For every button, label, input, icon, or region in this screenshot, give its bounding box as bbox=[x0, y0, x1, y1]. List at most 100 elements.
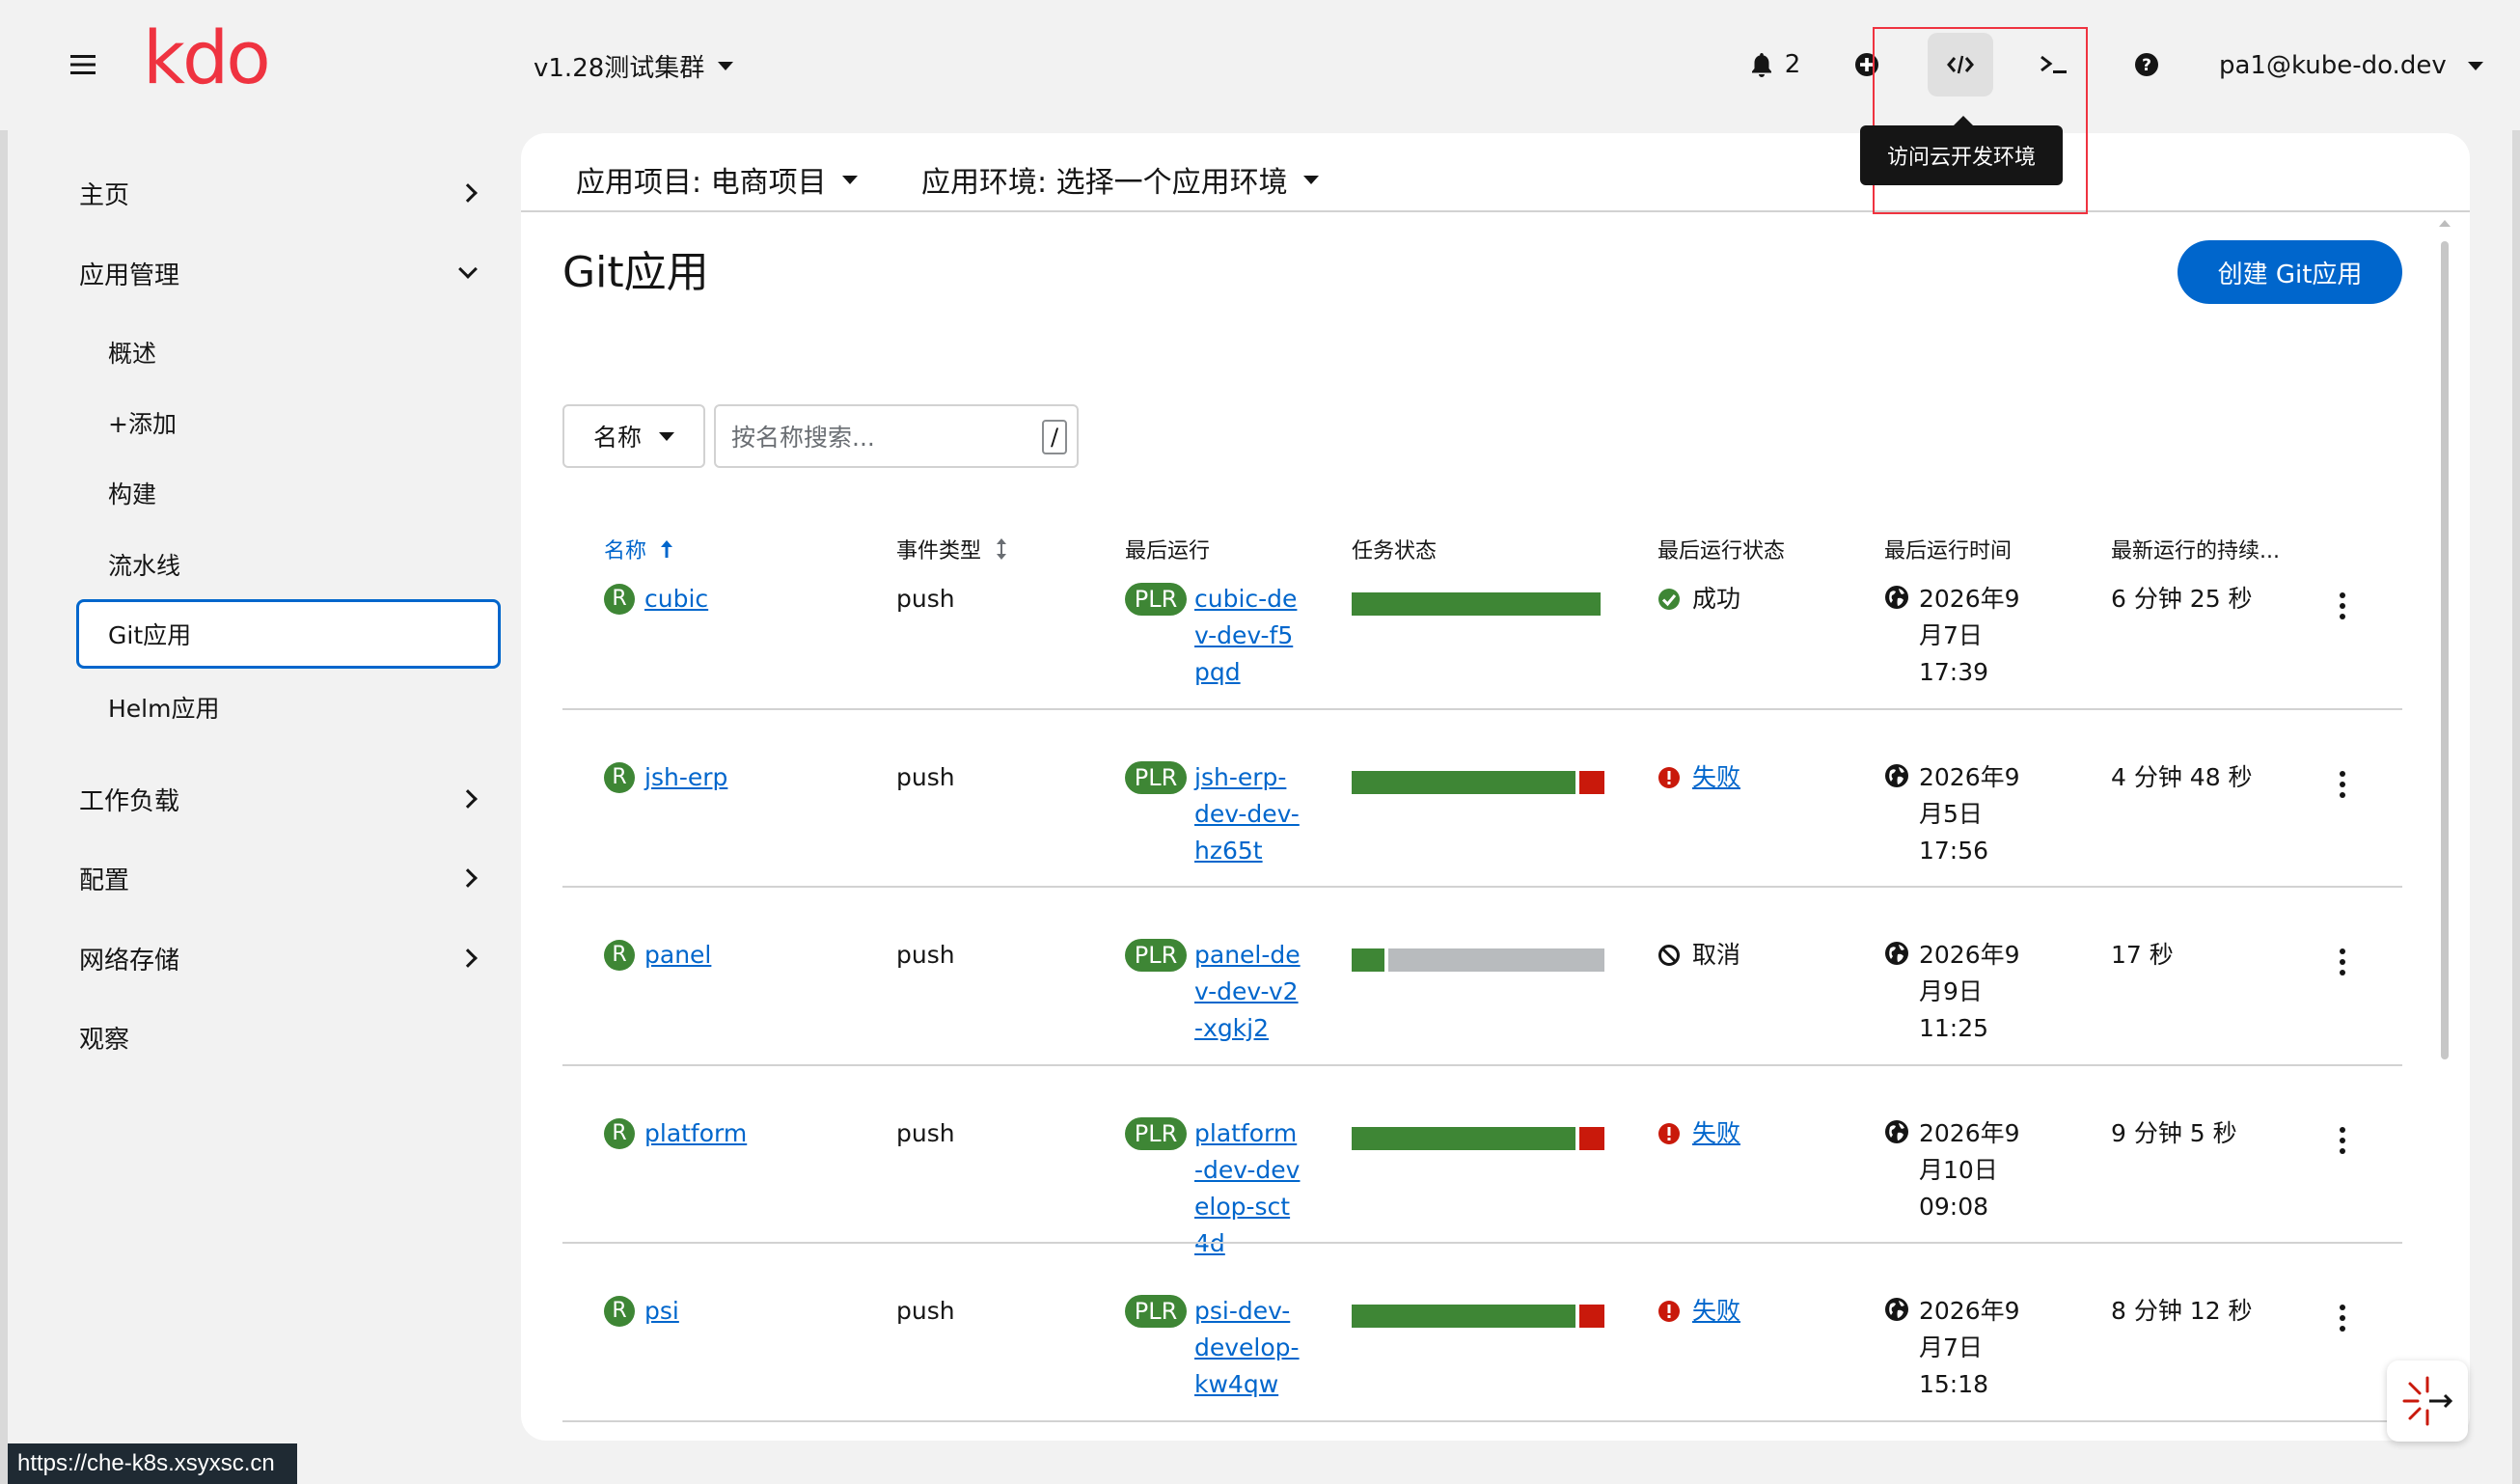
caret-down-icon bbox=[659, 431, 674, 441]
assistant-fab-button[interactable] bbox=[2387, 1360, 2468, 1442]
repo-name-cell: R jsh-erp bbox=[604, 759, 727, 796]
repo-name-cell: R platform bbox=[604, 1115, 747, 1152]
last-run-status: 失败 bbox=[1657, 1115, 1740, 1152]
task-status-bar[interactable] bbox=[1352, 948, 1604, 972]
sidebar-item-git-apps[interactable]: Git应用 bbox=[76, 599, 501, 669]
task-status-bar[interactable] bbox=[1352, 770, 1604, 794]
pipelinerun-link[interactable]: panel-dev-dev-v2-xgkj2 bbox=[1194, 937, 1301, 1047]
pipelinerun-link[interactable]: psi-dev-develop-kw4qw bbox=[1194, 1293, 1301, 1403]
sidebar-item-network-storage[interactable]: 网络存储 bbox=[79, 929, 478, 987]
check-circle-icon bbox=[1657, 588, 1681, 611]
column-header-last-run-time: 最后运行时间 bbox=[1884, 539, 2013, 563]
code-icon bbox=[1947, 54, 1974, 75]
row-actions-kebab-icon[interactable] bbox=[2333, 765, 2352, 804]
project-selector[interactable]: 应用项目: 电商项目 bbox=[576, 158, 858, 201]
last-run-time-text: 2026年9月9日 11:25 bbox=[1919, 941, 2020, 1042]
status-link[interactable]: 失败 bbox=[1692, 1293, 1740, 1330]
repo-name-link[interactable]: panel bbox=[644, 937, 711, 974]
task-bar-success bbox=[1352, 1126, 1575, 1150]
event-type: push bbox=[896, 1118, 955, 1147]
repo-name-link[interactable]: platform bbox=[644, 1115, 747, 1152]
sidebar-item-config[interactable]: 配置 bbox=[79, 849, 478, 907]
pipelinerun-link[interactable]: platform-dev-develop-sct4d bbox=[1194, 1115, 1301, 1262]
repo-name-link[interactable]: psi bbox=[644, 1293, 679, 1330]
pipelinerun-link[interactable]: cubic-dev-dev-f5pqd bbox=[1194, 581, 1301, 691]
sidebar: 主页 应用管理 概述 +添加 构建 流水线 Git应用 Helm应用 工作负载 … bbox=[0, 130, 521, 1484]
last-run-time-text: 2026年9月5日 17:56 bbox=[1919, 762, 2020, 865]
notifications-button[interactable]: 2 bbox=[1737, 33, 1814, 96]
filter-type-select[interactable]: 名称 bbox=[562, 404, 705, 468]
user-email: pa1@kube-do.dev bbox=[2219, 51, 2447, 80]
task-bar-success bbox=[1352, 770, 1575, 794]
task-status-bar[interactable] bbox=[1352, 1305, 1604, 1328]
row-actions-kebab-icon[interactable] bbox=[2333, 587, 2352, 625]
environment-selector[interactable]: 应用环境: 选择一个应用环境 bbox=[921, 158, 1319, 201]
sidebar-item-label: 配置 bbox=[79, 866, 130, 895]
duration: 6 分钟 25 秒 bbox=[2111, 585, 2253, 613]
hamburger-menu-icon[interactable] bbox=[68, 44, 98, 85]
sidebar-item-pipelines[interactable]: 流水线 bbox=[108, 547, 180, 582]
chevron-right-icon bbox=[458, 183, 478, 203]
context-bar: 应用项目: 电商项目 应用环境: 选择一个应用环境 bbox=[521, 133, 2470, 212]
sparkle-icon bbox=[2400, 1374, 2454, 1428]
statusbar-url: https://che-k8s.xsyxsc.cn bbox=[8, 1443, 297, 1484]
status-link[interactable]: 失败 bbox=[1692, 1115, 1740, 1152]
task-status-bar[interactable] bbox=[1352, 1126, 1604, 1150]
duration: 17 秒 bbox=[2111, 941, 2174, 969]
row-actions-kebab-icon[interactable] bbox=[2333, 1121, 2352, 1160]
web-terminal-button[interactable] bbox=[2024, 33, 2084, 96]
repository-badge: R bbox=[604, 1117, 635, 1149]
chevron-right-icon bbox=[458, 789, 478, 809]
duration: 4 分钟 48 秒 bbox=[2111, 762, 2253, 791]
repo-name-link[interactable]: jsh-erp bbox=[644, 759, 727, 796]
masthead: kdo v1.28测试集群 2 ? pa1@kube-do.dev bbox=[0, 0, 2520, 130]
scrollbar-thumb[interactable] bbox=[2441, 241, 2449, 1059]
cloud-dev-environment-button[interactable] bbox=[1928, 33, 1993, 96]
pipelinerun-link[interactable]: jsh-erp-dev-dev-hz65t bbox=[1194, 759, 1301, 869]
column-header-name[interactable]: 名称 bbox=[604, 534, 673, 564]
last-run-status: 失败 bbox=[1657, 1293, 1740, 1330]
caret-down-icon bbox=[1302, 175, 1319, 184]
scroll-up-arrow[interactable] bbox=[2439, 220, 2451, 227]
help-button[interactable]: ? bbox=[2118, 33, 2176, 96]
sidebar-item-overview[interactable]: 概述 bbox=[108, 335, 156, 370]
column-header-duration: 最新运行的持续... bbox=[2111, 539, 2280, 563]
window-edge-right bbox=[2512, 0, 2520, 1484]
search-field: / bbox=[714, 404, 1079, 468]
sidebar-item-builds[interactable]: 构建 bbox=[108, 476, 156, 510]
repo-name-link[interactable]: cubic bbox=[644, 581, 708, 618]
task-bar-failed bbox=[1579, 770, 1604, 794]
task-bar-failed bbox=[1579, 1126, 1604, 1150]
exclamation-circle-icon bbox=[1657, 766, 1681, 789]
status-link[interactable]: 失败 bbox=[1692, 759, 1740, 796]
row-actions-kebab-icon[interactable] bbox=[2333, 1299, 2352, 1337]
row-divider bbox=[562, 1242, 2402, 1244]
sidebar-item-app-management[interactable]: 应用管理 bbox=[79, 244, 478, 302]
pipelinerun-badge: PLR bbox=[1125, 1116, 1187, 1150]
search-input[interactable] bbox=[729, 416, 1023, 458]
pipelinerun-badge: PLR bbox=[1125, 939, 1187, 972]
sidebar-item-workloads[interactable]: 工作负载 bbox=[79, 770, 478, 828]
logo-text: kdo bbox=[143, 21, 268, 91]
sidebar-item-add[interactable]: +添加 bbox=[108, 405, 177, 440]
create-git-app-button[interactable]: 创建 Git应用 bbox=[2178, 240, 2402, 304]
user-menu[interactable]: pa1@kube-do.dev bbox=[2219, 48, 2483, 83]
sidebar-item-home[interactable]: 主页 bbox=[79, 164, 478, 222]
event-type: push bbox=[896, 762, 955, 791]
sidebar-item-helm-apps[interactable]: Helm应用 bbox=[108, 690, 219, 725]
task-status-bar[interactable] bbox=[1352, 592, 1601, 616]
cluster-selector[interactable]: v1.28测试集群 bbox=[534, 48, 734, 84]
quick-create-button[interactable] bbox=[1838, 33, 1896, 96]
column-header-event-type[interactable]: 事件类型 bbox=[896, 534, 1008, 564]
sidebar-item-observe[interactable]: 观察 bbox=[79, 1008, 475, 1066]
bell-icon bbox=[1750, 52, 1773, 77]
last-run-time: 2026年9月9日 11:25 bbox=[1884, 937, 2039, 1047]
sidebar-item-label: Git应用 bbox=[108, 621, 192, 649]
row-actions-kebab-icon[interactable] bbox=[2333, 943, 2352, 981]
sidebar-item-label: 应用管理 bbox=[79, 261, 180, 290]
event-type: push bbox=[896, 585, 955, 613]
column-header-task-status: 任务状态 bbox=[1352, 539, 1438, 563]
repo-name-cell: R psi bbox=[604, 1293, 679, 1330]
task-bar-cancelled bbox=[1388, 948, 1604, 972]
kdo-logo[interactable]: kdo bbox=[143, 21, 273, 91]
